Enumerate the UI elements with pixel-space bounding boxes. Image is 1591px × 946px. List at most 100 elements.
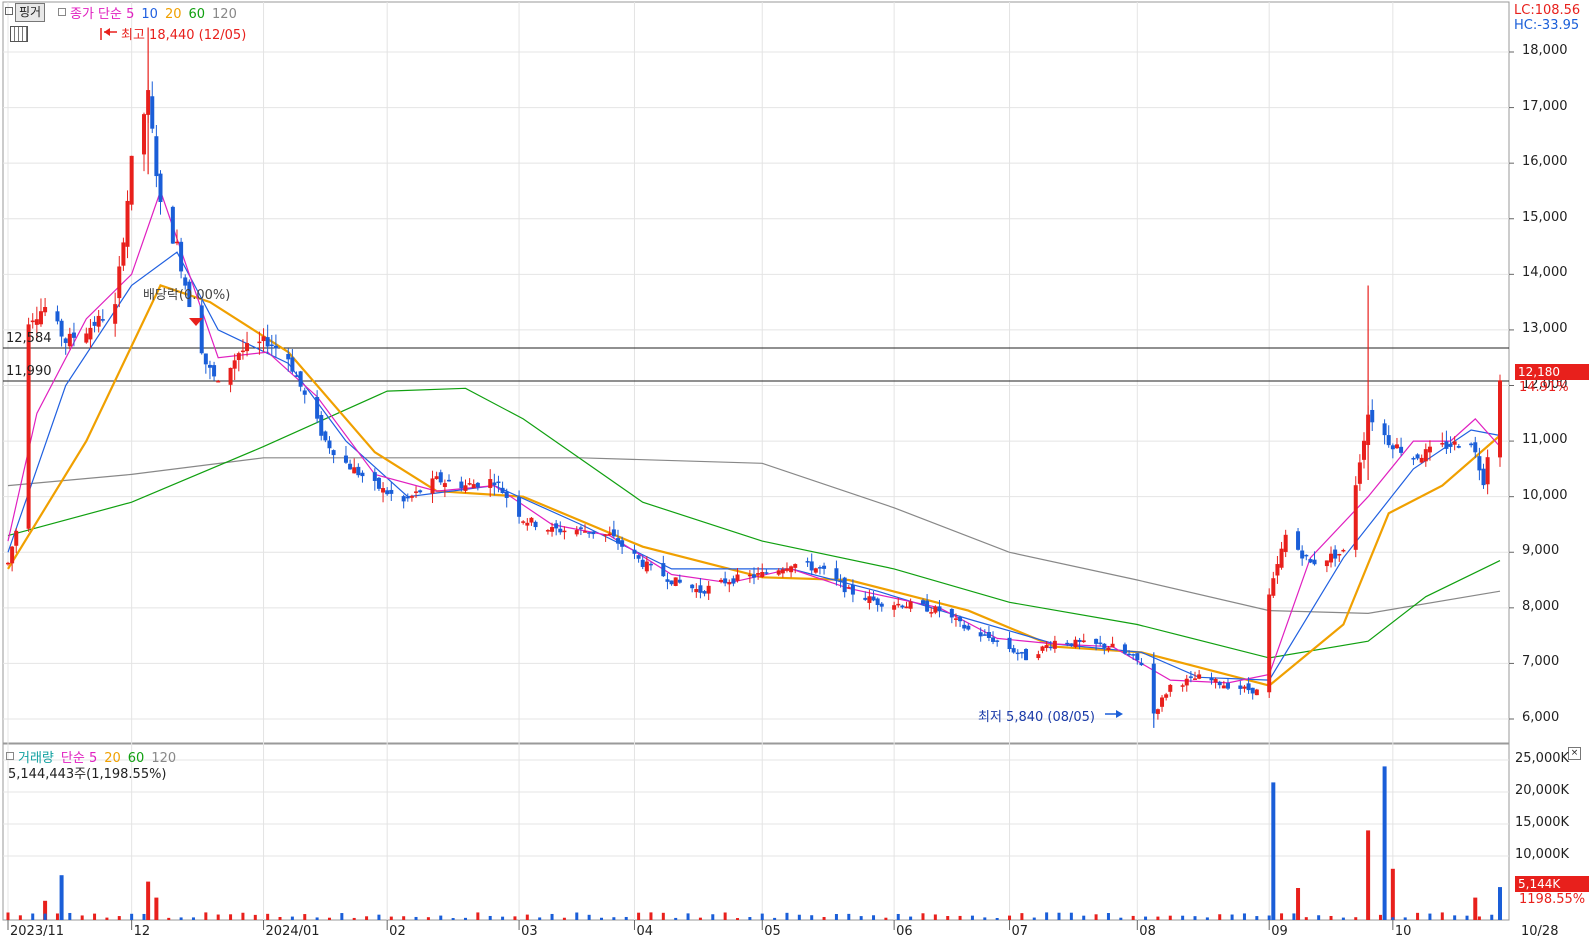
volume-bar [1453,915,1457,920]
candle-body [1448,443,1453,447]
volume-bar [1465,915,1469,920]
volume-bar [1218,914,1222,920]
volume-bar [872,915,876,920]
candle-body [636,555,641,559]
candle-body [1279,548,1284,568]
ma120-line [7,457,1501,615]
candle-body [1164,694,1169,698]
volume-bar [1057,912,1061,920]
candle-body [315,396,320,419]
volume-bar [525,914,529,920]
volume-bar [179,917,183,920]
candle-body [1296,531,1301,550]
candle-body [962,624,967,629]
volume-bar [1119,917,1123,920]
candle-body [463,485,468,491]
candle-body [879,603,884,607]
volume-bar [1366,916,1370,920]
candle-body [298,371,303,387]
candle-body [603,534,608,536]
price-tick-label: 14,000 [1522,265,1568,281]
volume-bar [550,913,554,920]
volume-bar [43,913,47,920]
candle-body [1250,687,1255,694]
volume-bar [538,917,542,920]
candle-body [207,364,212,368]
current-volume-pct: 1198.55% [1519,892,1586,907]
chart-canvas[interactable] [0,0,1591,946]
current-price-badge: 12,180 [1515,364,1589,380]
x-tick-label: 03 [521,924,538,939]
legend-item[interactable]: 10 [141,7,158,22]
candle-body [88,327,93,340]
candle-body [1304,554,1309,557]
candle-body [929,612,934,614]
candle-body [228,367,233,385]
volume-bar [439,915,443,920]
volume-bar [451,918,455,920]
candle-body [587,532,592,534]
volume-bar [117,916,121,920]
candle-body [1481,468,1486,486]
ma-legend[interactable]: 종가 단순 5 10 20 60 120 [70,3,244,22]
candle-body [376,477,381,489]
candle-body [958,617,963,622]
candle-body [203,353,208,365]
pin-button[interactable]: 핑거 [15,3,46,22]
candle-body [665,579,670,582]
volume-bar [1428,913,1432,920]
candle-body [1390,445,1395,450]
candle-body [554,523,559,529]
legend-item[interactable]: 20 [165,7,182,22]
candle-body [995,640,1000,642]
legend-item[interactable]: 60 [188,7,205,22]
volume-bar [1144,916,1148,920]
volume-bar [1106,913,1110,920]
table-icon[interactable] [10,26,28,42]
volume-bar [736,918,740,920]
volume-bar [1382,766,1387,920]
candle-body [430,478,435,494]
candle-body [1081,640,1086,643]
volume-bar [1032,917,1036,920]
candle-body [471,484,476,489]
candle-body [405,496,410,499]
volume-bar [1366,830,1371,920]
volume-bar [1354,917,1358,920]
volume-bar [216,914,220,920]
candle-body [1044,645,1049,649]
volume-close-icon[interactable]: × [1568,747,1581,760]
candle-body [1110,643,1115,648]
candle-body [517,497,522,517]
candle-body [1333,549,1338,559]
candle-body [1399,446,1404,453]
menu-square-icon[interactable] [5,7,13,15]
candle-body [533,521,538,528]
candle-body [698,585,703,593]
volume-bar [513,916,517,920]
volume-bar [105,917,109,920]
candle-body [1217,681,1222,686]
volume-bar [810,915,814,920]
candle-body [43,307,48,313]
candle-body [1300,550,1305,559]
candle-body [756,573,761,575]
candle-body [723,578,728,584]
volume-bar [1156,916,1160,920]
candle-body [121,242,126,266]
candle-body [1122,644,1127,654]
legend-item[interactable]: 120 [212,7,237,22]
candle-body [55,311,60,322]
candle-body [1188,676,1193,678]
legend-item[interactable]: 종가 단순 5 [70,7,134,22]
candle-body [381,488,386,493]
candle-body [1019,652,1024,654]
candle-body [949,608,954,618]
volume-bar [760,913,764,920]
price-tick-label: 18,000 [1522,43,1568,58]
volume-bar [1045,912,1049,920]
volume-bar [970,915,974,920]
candle-body [1135,653,1140,661]
candle-body [331,450,336,456]
volume-bar [365,916,369,920]
